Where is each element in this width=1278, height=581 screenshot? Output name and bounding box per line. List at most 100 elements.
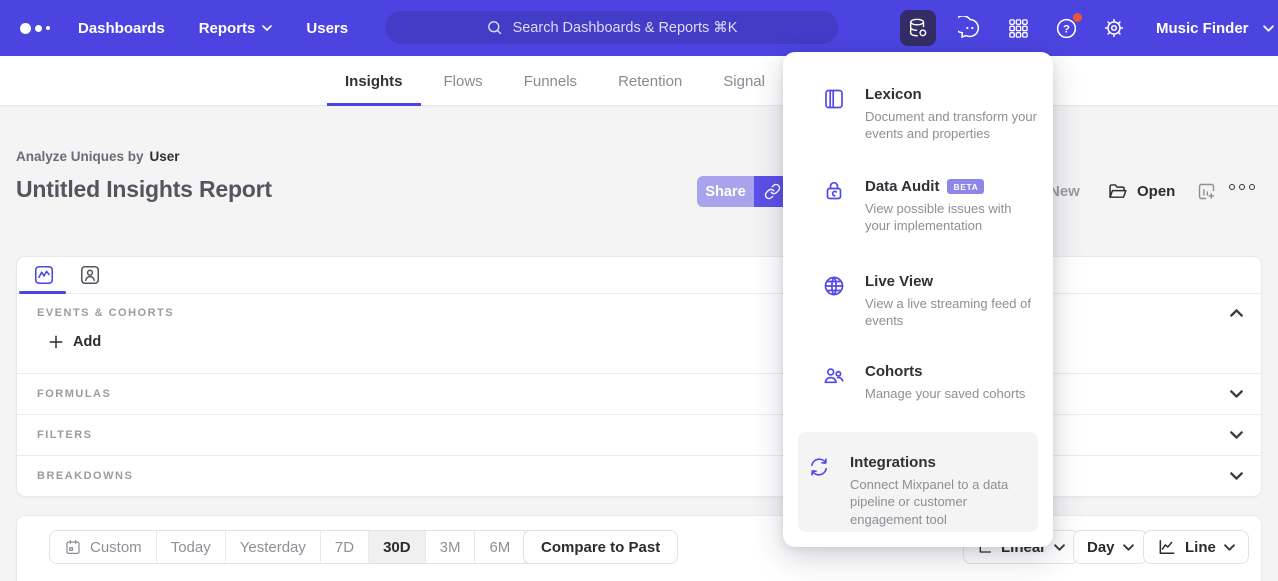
search-input[interactable]: Search Dashboards & Reports ⌘K	[385, 11, 838, 44]
seg-label: Yesterday	[240, 539, 306, 556]
daterange-yesterday[interactable]: Yesterday	[225, 531, 320, 563]
daterange-3m[interactable]: 3M	[425, 531, 475, 563]
filters-section-header[interactable]: FILTERS	[17, 414, 1261, 455]
chevron-down-icon	[1263, 25, 1274, 32]
menu-item-lexicon[interactable]: Lexicon Document and transform your even…	[822, 86, 1037, 143]
calendar-icon	[64, 538, 82, 556]
menu-item-text: Data AuditBETA View possible issues with…	[865, 178, 1037, 235]
share-split-button: Share	[697, 176, 790, 207]
workspace-selector[interactable]: Music Finder	[1156, 0, 1274, 56]
gear-icon	[1102, 16, 1126, 40]
query-builder-card: EVENTS & COHORTS Add FORMULAS FILTERS BR…	[16, 256, 1262, 497]
events-section-header[interactable]: EVENTS & COHORTS	[17, 294, 1261, 319]
section-label: EVENTS & COHORTS	[37, 307, 174, 319]
nav-label: Users	[306, 20, 348, 37]
tab-signal[interactable]: Signal	[705, 56, 783, 106]
menu-item-title: Cohorts	[865, 363, 923, 380]
data-management-button[interactable]	[900, 10, 936, 46]
topnav-icon-cluster: ?	[900, 0, 1128, 56]
menu-item-description: Document and transform your events and p…	[865, 108, 1037, 143]
date-range-control: Custom Today Yesterday 7D 30D 3M 6M 12M	[49, 530, 583, 564]
menu-item-description: Manage your saved cohorts	[865, 385, 1037, 402]
daterange-custom[interactable]: Custom	[50, 531, 156, 563]
analyze-entity[interactable]: User	[150, 149, 180, 164]
more-options-button[interactable]	[1229, 184, 1255, 190]
formulas-section-header[interactable]: FORMULAS	[17, 373, 1261, 414]
board-add-icon	[1196, 181, 1217, 202]
tab-label: Flows	[444, 73, 483, 90]
workspace-name: Music Finder	[1156, 20, 1249, 37]
menu-item-text: Cohorts Manage your saved cohorts	[865, 363, 1037, 402]
metrics-view-tab[interactable]	[33, 264, 55, 286]
chat-bubble-icon	[958, 16, 982, 40]
breakdowns-section-header[interactable]: BREAKDOWNS	[17, 455, 1261, 496]
nav-item-dashboards[interactable]: Dashboards	[78, 20, 165, 37]
menu-item-data-audit[interactable]: Data AuditBETA View possible issues with…	[822, 178, 1037, 235]
page-title[interactable]: Untitled Insights Report	[16, 176, 272, 203]
nav-label: Dashboards	[78, 20, 165, 37]
chevron-down-icon	[1224, 544, 1235, 551]
add-event-button[interactable]: Add	[49, 334, 101, 350]
new-label: New	[1049, 183, 1080, 200]
line-chart-icon	[1157, 537, 1177, 557]
menu-item-text: Lexicon Document and transform your even…	[865, 86, 1037, 143]
globe-icon	[822, 274, 846, 298]
menu-item-title: Lexicon	[865, 86, 922, 103]
menu-item-text: Live View View a live streaming feed of …	[865, 273, 1037, 330]
tab-insights[interactable]: Insights	[327, 56, 421, 106]
chevron-down-icon	[1230, 390, 1243, 398]
add-to-board-button[interactable]	[1196, 181, 1217, 207]
search-placeholder: Search Dashboards & Reports ⌘K	[513, 20, 738, 36]
add-label: Add	[73, 334, 101, 350]
chart-type-label: Line	[1185, 539, 1216, 556]
search-icon	[486, 19, 503, 36]
notification-dot	[1073, 13, 1082, 22]
mixpanel-app: Dashboards Reports Users Search Dashboar…	[0, 0, 1278, 581]
menu-item-title: Integrations	[850, 454, 936, 471]
profiles-view-tab[interactable]	[79, 264, 101, 286]
user-tab-icon	[79, 264, 101, 286]
tab-funnels[interactable]: Funnels	[506, 56, 595, 106]
tab-label: Funnels	[524, 73, 577, 90]
apps-grid-button[interactable]	[1004, 14, 1032, 42]
menu-item-text: Integrations Connect Mixpanel to a data …	[850, 454, 1022, 528]
settings-button[interactable]	[1100, 14, 1128, 42]
seg-label: 3M	[440, 539, 461, 556]
data-management-popover: Lexicon Document and transform your even…	[783, 52, 1053, 547]
seg-label: 6M	[489, 539, 510, 556]
menu-item-description: View possible issues with your implement…	[865, 200, 1037, 235]
menu-item-integrations[interactable]: Integrations Connect Mixpanel to a data …	[807, 454, 1022, 528]
share-button[interactable]: Share	[697, 176, 754, 207]
tab-retention[interactable]: Retention	[600, 56, 700, 106]
daterange-today[interactable]: Today	[156, 531, 225, 563]
daterange-7d[interactable]: 7D	[320, 531, 368, 563]
menu-item-live-view[interactable]: Live View View a live streaming feed of …	[822, 273, 1037, 330]
plus-icon	[49, 335, 63, 349]
tab-flows[interactable]: Flows	[426, 56, 501, 106]
audit-lock-icon	[822, 179, 846, 203]
daterange-30d[interactable]: 30D	[368, 531, 425, 563]
interval-dropdown[interactable]: Day	[1073, 530, 1148, 564]
tab-label: Retention	[618, 73, 682, 90]
section-label: FORMULAS	[37, 388, 111, 400]
seg-label: 7D	[335, 539, 354, 556]
primary-nav: Dashboards Reports Users	[78, 20, 348, 37]
compare-label: Compare to Past	[541, 539, 660, 556]
menu-item-description: Connect Mixpanel to a data pipeline or c…	[850, 476, 1022, 528]
help-button[interactable]: ?	[1052, 14, 1080, 42]
seg-label: Custom	[90, 539, 142, 556]
nav-item-users[interactable]: Users	[306, 20, 348, 37]
builder-view-tabs	[17, 257, 1261, 294]
compare-to-past-button[interactable]: Compare to Past	[523, 530, 678, 564]
feedback-button[interactable]	[956, 14, 984, 42]
nav-item-reports[interactable]: Reports	[199, 20, 273, 37]
chart-type-dropdown[interactable]: Line	[1143, 530, 1249, 564]
mixpanel-logo-icon[interactable]	[20, 0, 50, 56]
chevron-up-icon[interactable]	[1230, 309, 1243, 317]
menu-item-cohorts[interactable]: Cohorts Manage your saved cohorts	[822, 363, 1037, 402]
daterange-6m[interactable]: 6M	[474, 531, 524, 563]
open-report-button[interactable]: Open	[1107, 176, 1175, 207]
folder-open-icon	[1107, 181, 1128, 202]
chart-controls-card: Custom Today Yesterday 7D 30D 3M 6M 12M …	[16, 515, 1262, 581]
chevron-down-icon	[1230, 472, 1243, 480]
